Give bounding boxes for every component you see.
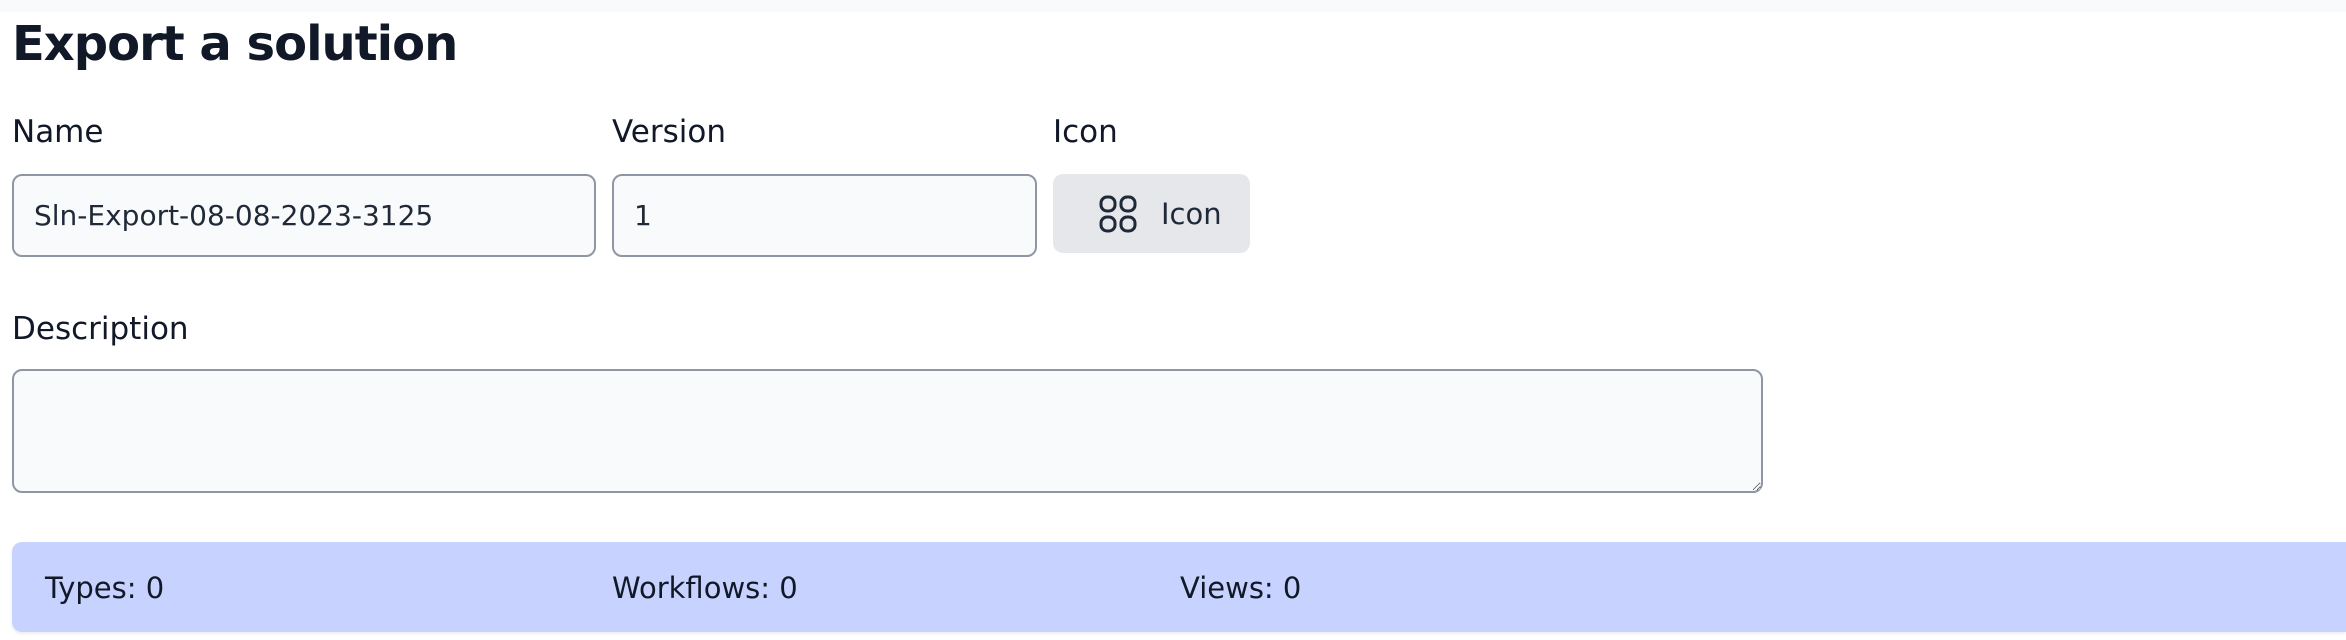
views-count: Views: 0: [1180, 571, 1302, 605]
description-label: Description: [12, 311, 189, 347]
apps-grid-icon: [1099, 195, 1137, 233]
types-count: Types: 0: [45, 571, 165, 605]
name-input[interactable]: [12, 174, 596, 257]
page-title: Export a solution: [12, 16, 458, 72]
version-label: Version: [612, 114, 726, 150]
icon-button-label: Icon: [1161, 196, 1222, 231]
name-label: Name: [12, 114, 104, 150]
workflows-count: Workflows: 0: [612, 571, 798, 605]
version-input[interactable]: [612, 174, 1037, 257]
icon-label: Icon: [1053, 114, 1118, 150]
top-strip: [0, 0, 2346, 12]
description-textarea[interactable]: [12, 369, 1763, 493]
summary-bar: Types: 0 Workflows: 0 Views: 0: [12, 542, 2346, 632]
icon-picker-button[interactable]: Icon: [1053, 174, 1250, 253]
